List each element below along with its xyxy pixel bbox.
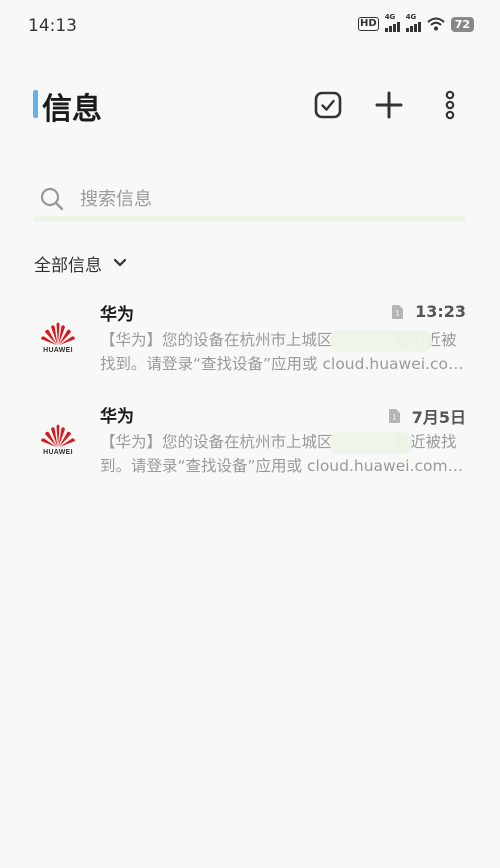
- check-square-icon: [314, 91, 342, 119]
- message-time: 13:23: [415, 302, 466, 321]
- sim-card-icon: 1: [388, 409, 400, 423]
- svg-text:1: 1: [392, 414, 396, 422]
- battery-icon: 72: [450, 16, 474, 32]
- message-time: 7月5日: [411, 408, 466, 427]
- logo-text: HUAWEI: [43, 449, 73, 456]
- search-icon: [40, 187, 64, 211]
- avatar: HUAWEI: [36, 422, 80, 466]
- filter-label: 全部信息: [34, 255, 102, 276]
- svg-text:1: 1: [395, 309, 399, 317]
- status-time: 14:13: [28, 16, 77, 36]
- huawei-logo-icon: [41, 424, 75, 447]
- select-button[interactable]: [311, 88, 345, 122]
- search-box[interactable]: [34, 182, 466, 222]
- signal-icon-1: 4G: [384, 13, 400, 32]
- avatar: HUAWEI: [36, 320, 80, 364]
- new-message-button[interactable]: [372, 88, 406, 122]
- page-title: 信息: [42, 92, 102, 127]
- plus-icon: [375, 91, 403, 119]
- status-bar: 14:13 HD 4G 4G 72: [0, 0, 500, 52]
- title-accent-bar: [33, 90, 38, 118]
- message-item[interactable]: HUAWEI 华为 1 7月5日 【华为】您的设备在杭州市上城区 附近被找到。请…: [0, 402, 500, 498]
- chevron-down-icon: [113, 258, 127, 267]
- sim-card-icon: 1: [392, 304, 404, 319]
- wifi-icon: [427, 17, 445, 31]
- more-vertical-icon: [445, 90, 455, 120]
- message-item[interactable]: HUAWEI 华为 1 13:23 【华为】您的设备在杭州市上城区 街附近被找到…: [0, 300, 500, 396]
- message-meta: 1 7月5日: [388, 404, 466, 428]
- search-input[interactable]: [80, 188, 440, 210]
- header: 信息: [0, 80, 500, 130]
- message-meta: 1 13:23: [392, 302, 466, 321]
- sender-name: 华为: [100, 305, 134, 325]
- redaction-mark: [330, 432, 412, 454]
- more-button[interactable]: [433, 88, 467, 122]
- huawei-logo-icon: [41, 322, 75, 345]
- signal-icon-2: 4G: [405, 13, 421, 32]
- message-preview: 【华为】您的设备在杭州市上城区 附近被找到。请登录“查找设备”应用或 cloud…: [100, 433, 468, 475]
- status-icons: HD 4G 4G 72: [358, 13, 474, 32]
- redaction-mark: [330, 330, 432, 352]
- hd-icon: HD: [358, 17, 379, 31]
- sender-name: 华为: [100, 407, 134, 427]
- logo-text: HUAWEI: [43, 347, 73, 354]
- filter-dropdown[interactable]: 全部信息: [34, 250, 128, 276]
